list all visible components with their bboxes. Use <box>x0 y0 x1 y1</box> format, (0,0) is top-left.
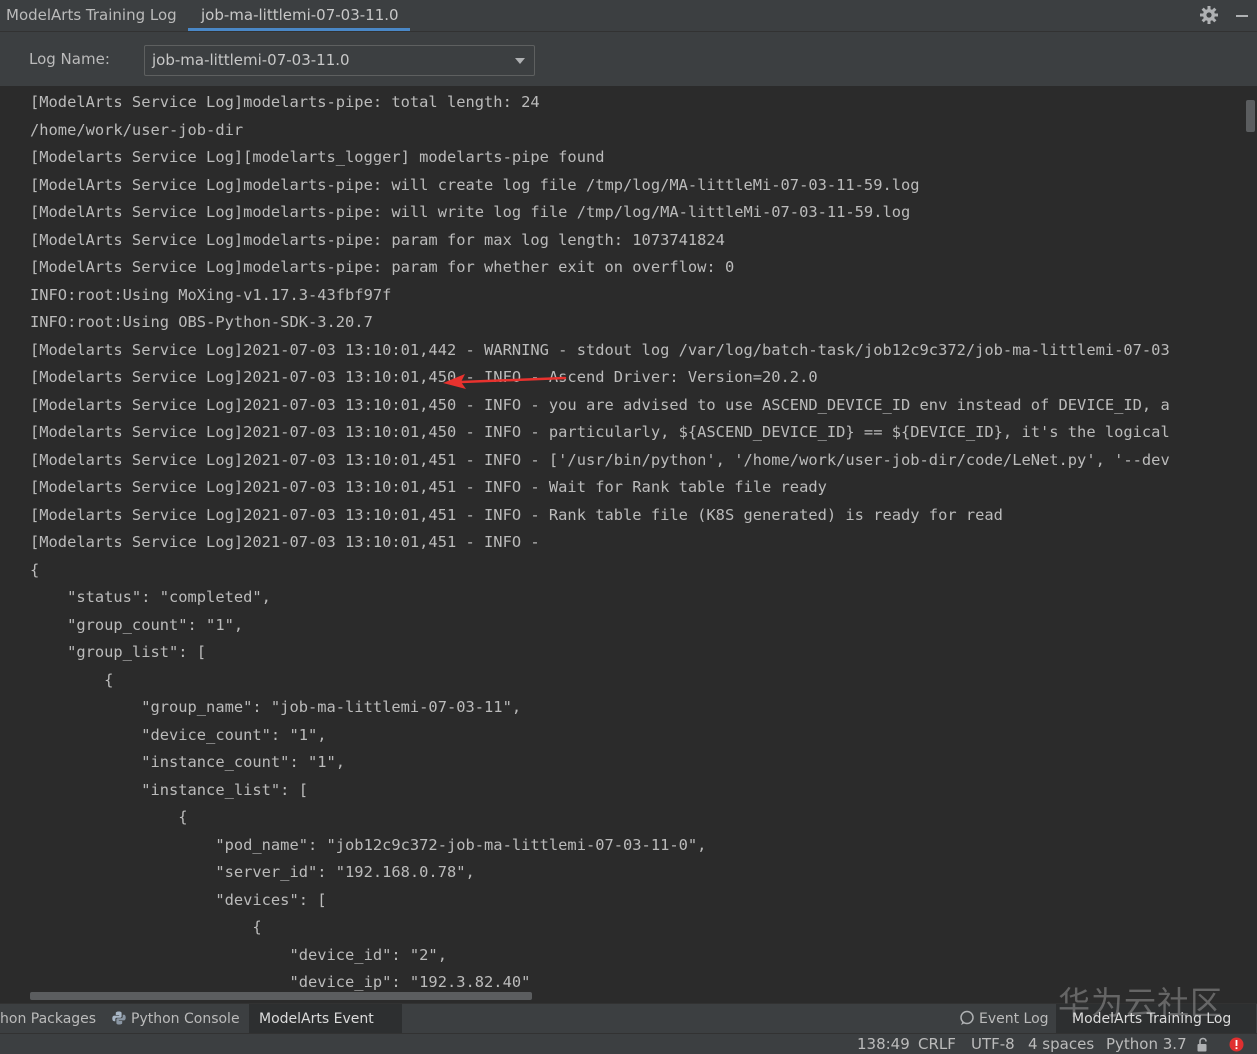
tool-python-packages[interactable]: hon Packages <box>0 1004 96 1034</box>
log-line: [Modelarts Service Log]2021-07-03 13:10:… <box>30 368 818 386</box>
log-lines: [ModelArts Service Log]modelarts-pipe: t… <box>30 89 1170 997</box>
file-encoding[interactable]: UTF-8 <box>971 1035 1015 1053</box>
log-line: [ModelArts Service Log]modelarts-pipe: p… <box>30 258 735 276</box>
python-console-label: Python Console <box>131 1011 240 1027</box>
log-line: [Modelarts Service Log]2021-07-03 13:10:… <box>30 505 1003 524</box>
log-line: { <box>30 808 188 826</box>
log-line: [Modelarts Service Log][modelarts_logger… <box>30 148 605 166</box>
python-interpreter[interactable]: Python 3.7 <box>1106 1035 1187 1053</box>
log-line: [ModelArts Service Log]modelarts-pipe: t… <box>30 93 540 111</box>
red-arrow-annotation <box>443 374 567 389</box>
caret-position[interactable]: 138:49 <box>857 1035 910 1053</box>
log-line: /home/work/user-job-dir <box>30 120 244 139</box>
log-line: "device_id": "2", <box>30 945 447 964</box>
chevron-down-icon[interactable] <box>515 58 525 64</box>
log-name-label: Log Name: <box>29 50 110 68</box>
log-line: [ModelArts Service Log]modelarts-pipe: w… <box>30 175 920 194</box>
line-separator[interactable]: CRLF <box>918 1035 956 1053</box>
event-log-icon <box>960 1010 974 1025</box>
log-line: { <box>30 670 114 689</box>
log-line: [Modelarts Service Log]2021-07-03 13:10:… <box>30 533 540 551</box>
log-line: "group_count": "1", <box>30 615 244 634</box>
log-line: { <box>30 918 262 936</box>
log-line: INFO:root:Using MoXing-v1.17.3-43fbf97f <box>30 285 392 304</box>
log-line: [ModelArts Service Log]modelarts-pipe: p… <box>30 230 725 249</box>
tab-modelarts-training-log[interactable]: ModelArts Training Log <box>6 0 177 32</box>
python-icon <box>112 1011 126 1025</box>
log-console[interactable]: [ModelArts Service Log]modelarts-pipe: t… <box>14 86 1257 1003</box>
log-line: INFO:root:Using OBS-Python-SDK-3.20.7 <box>30 313 373 331</box>
log-line: [Modelarts Service Log]2021-07-03 13:10:… <box>30 450 1170 469</box>
log-line: "instance_list": [ <box>30 780 308 799</box>
log-line: "group_list": [ <box>30 643 207 661</box>
log-line: "devices": [ <box>30 890 327 909</box>
gear-icon[interactable] <box>1199 5 1219 25</box>
log-line: [Modelarts Service Log]2021-07-03 13:10:… <box>30 395 1170 414</box>
log-line: [ModelArts Service Log]modelarts-pipe: w… <box>30 203 911 221</box>
tab-job-log[interactable]: job-ma-littlemi-07-03-11.0 <box>188 0 410 32</box>
log-line: "instance_count": "1", <box>30 753 346 771</box>
tool-modelarts-event-log[interactable]: ModelArts Event Log <box>249 1004 402 1054</box>
log-line: "group_name": "job-ma-littlemi-07-03-11"… <box>30 698 522 716</box>
vertical-scrollbar[interactable] <box>1246 100 1255 132</box>
log-line: "pod_name": "job12c9c372-job-ma-littlemi… <box>30 835 707 854</box>
status-bar: 138:49 CRLF UTF-8 4 spaces Python 3.7 <box>0 1033 1257 1054</box>
error-icon[interactable] <box>1229 1037 1244 1052</box>
log-selector-bar: Log Name: job-ma-littlemi-07-03-11.0 <box>0 32 1257 86</box>
log-name-dropdown[interactable]: job-ma-littlemi-07-03-11.0 <box>144 45 535 76</box>
tool-python-console[interactable]: Python Console <box>112 1004 240 1034</box>
watermark: 华为云社区 <box>1058 984 1224 1022</box>
log-line: "device_count": "1", <box>30 725 327 744</box>
log-line: "server_id": "192.168.0.78", <box>30 863 475 881</box>
minimize-icon[interactable] <box>1236 15 1248 17</box>
log-line: { <box>30 560 40 579</box>
log-line: [Modelarts Service Log]2021-07-03 13:10:… <box>30 423 1170 441</box>
event-log-label: Event Log <box>979 1011 1049 1027</box>
log-line: [Modelarts Service Log]2021-07-03 13:10:… <box>30 340 1170 359</box>
title-bar: ModelArts Training Log job-ma-littlemi-0… <box>0 0 1257 32</box>
lock-icon[interactable] <box>1196 1037 1210 1053</box>
horizontal-scrollbar[interactable] <box>30 992 532 1000</box>
indent-setting[interactable]: 4 spaces <box>1028 1035 1094 1053</box>
log-line: "status": "completed", <box>30 588 271 606</box>
tool-event-log[interactable]: Event Log <box>959 1004 1049 1034</box>
log-line: [Modelarts Service Log]2021-07-03 13:10:… <box>30 478 827 496</box>
log-name-value: job-ma-littlemi-07-03-11.0 <box>152 51 350 69</box>
